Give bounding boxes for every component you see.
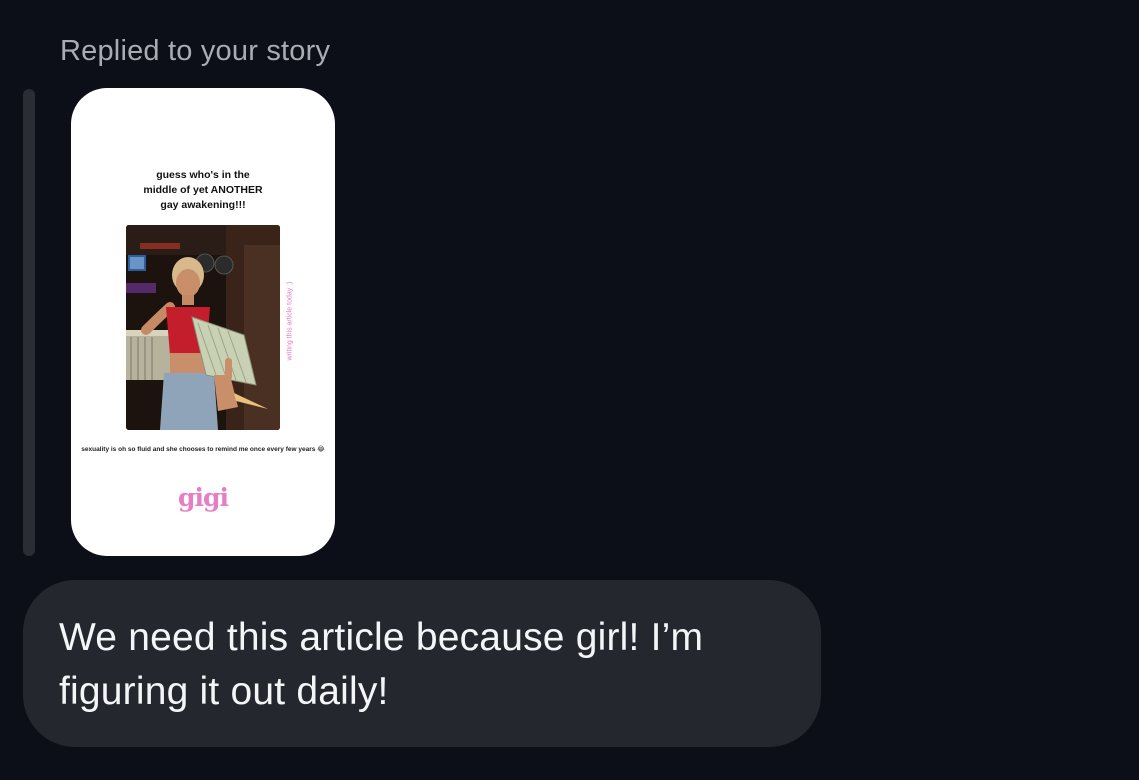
reply-header: Replied to your story [60, 35, 331, 67]
story-caption: sexuality is oh so fluid and she chooses… [81, 446, 325, 453]
story-side-text: writing this article today :) [286, 281, 294, 361]
reply-quote-bar [23, 89, 35, 556]
message-text: We need this article because girl! I’m f… [59, 616, 704, 713]
message-bubble[interactable]: We need this article because girl! I’m f… [23, 580, 821, 747]
story-photo [126, 225, 280, 430]
story-headline: guess who's in the middle of yet ANOTHER… [143, 169, 263, 211]
story-brand-logo: gigi [178, 483, 229, 512]
story-preview-card[interactable]: guess who's in the middle of yet ANOTHER… [71, 88, 335, 556]
